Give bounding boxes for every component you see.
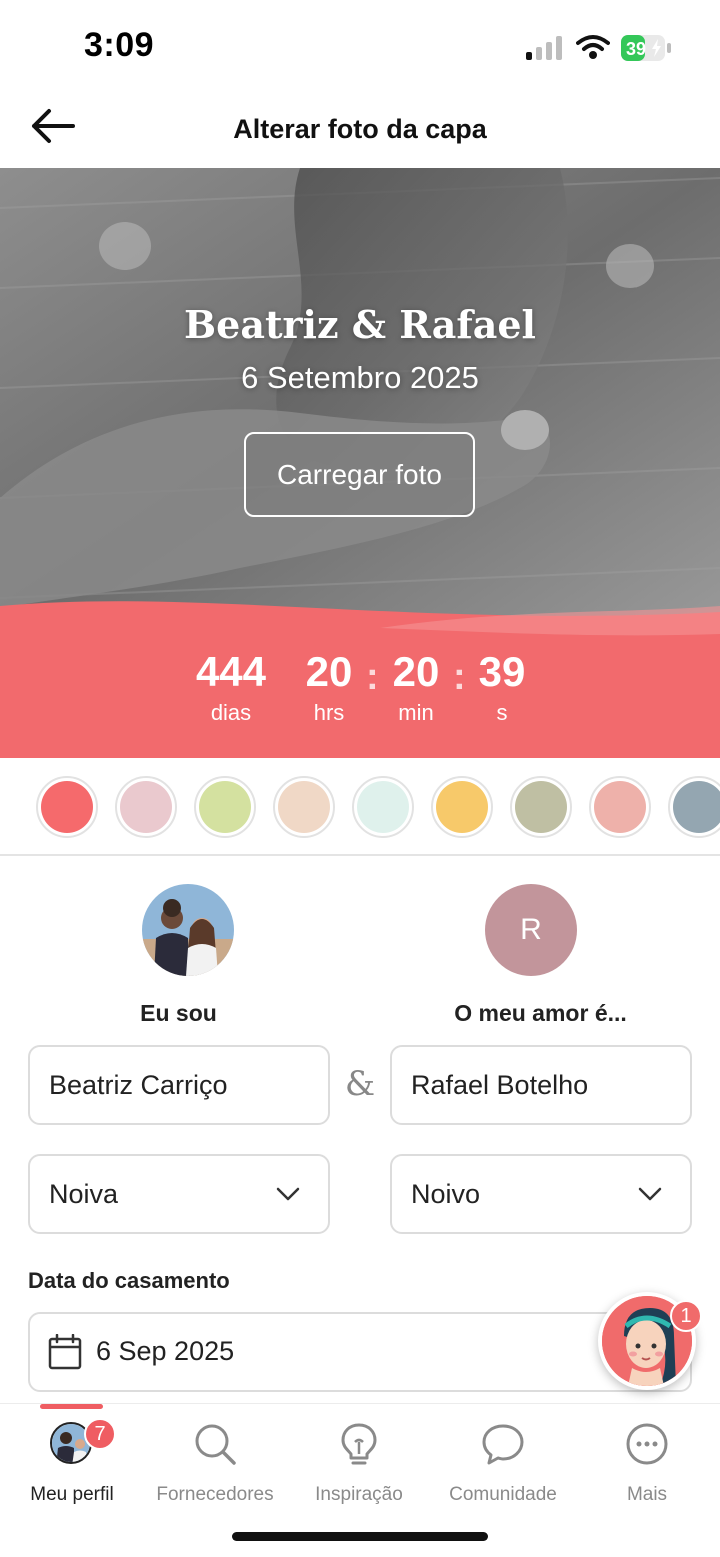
tab-profile[interactable]: 7 Meu perfil [0,1418,144,1518]
swatch-fill [673,781,720,833]
countdown-separator: : [366,656,379,698]
countdown-seconds-value: 39 [478,648,526,695]
swatch-fill [41,781,93,833]
my-role-value: Noiva [49,1178,119,1209]
more-icon [626,1423,668,1465]
color-swatch[interactable] [510,776,572,838]
color-swatch[interactable] [36,776,98,838]
avatar-photo [142,884,234,976]
battery-icon: 39 [621,35,671,61]
home-indicator [232,1532,488,1541]
chevron-down-icon [638,1187,662,1201]
countdown-days-label: dias [210,700,252,725]
cover-photo [0,168,720,638]
countdown-minutes: 20 min [386,646,446,728]
countdown-seconds: 39 s [472,646,532,728]
tab-vendors[interactable]: Fornecedores [143,1418,287,1518]
color-swatch[interactable] [194,776,256,838]
color-swatch-row [0,758,720,856]
page-title: Alterar foto da capa [233,114,487,144]
tab-community[interactable]: Comunidade [431,1418,575,1518]
color-swatch[interactable] [668,776,720,838]
swatch-fill [278,781,330,833]
partner-role-select[interactable]: Noivo [390,1154,692,1234]
swatch-fill [120,781,172,833]
tab-label: Fornecedores [156,1484,274,1505]
color-swatch[interactable] [589,776,651,838]
countdown-hours: 20 hrs [298,646,360,728]
my-avatar[interactable] [142,884,234,976]
countdown-days-value: 444 [195,648,267,695]
color-swatch[interactable] [431,776,493,838]
countdown-seconds-label: s [496,700,508,725]
partner-name-value: Rafael Botelho [411,1069,589,1100]
swatch-fill [436,781,488,833]
countdown-minutes-label: min [398,700,434,725]
assistant-badge: 1 [670,1300,702,1332]
ampersand: & [344,1064,376,1104]
chat-bubble-icon [482,1424,524,1465]
tab-more[interactable]: Mais [575,1418,719,1518]
upload-photo-button[interactable]: Carregar foto [244,432,475,517]
countdown: 444 dias 20 hrs : 20 min : 39 s [0,646,720,756]
my-role-label: Eu sou [140,1000,217,1026]
countdown-separator: : [453,656,466,698]
tab-label: Comunidade [449,1484,557,1505]
lightbulb-icon [341,1423,377,1465]
tab-inspiration[interactable]: Inspiração [287,1418,431,1518]
tab-label: Mais [626,1484,668,1505]
status-time: 3:09 [84,26,155,64]
status-bar: 3:09 39 [0,0,720,96]
active-tab-indicator [40,1404,103,1409]
tab-label: Inspiração [315,1484,403,1505]
color-swatch[interactable] [352,776,414,838]
cover-section: Beatriz & Rafael 6 Setembro 2025 Carrega… [0,168,720,758]
wifi-icon [576,35,610,59]
countdown-hours-value: 20 [305,648,353,695]
chevron-down-icon [276,1187,300,1201]
couple-names: Beatriz & Rafael [184,302,536,347]
wedding-date-label: Data do casamento [28,1268,230,1293]
countdown-minutes-value: 20 [392,648,440,695]
swatch-fill [594,781,646,833]
tab-label: Meu perfil [30,1484,114,1505]
cellular-signal-icon [526,36,562,60]
partner-avatar[interactable]: R [485,884,577,976]
cover-wedding-date: 6 Setembro 2025 [241,360,479,395]
wedding-date-value: 6 Sep 2025 [96,1336,235,1366]
my-name-value: Beatriz Carriço [49,1069,228,1100]
partner-name-field[interactable]: Rafael Botelho [390,1045,692,1125]
wedding-date-field[interactable]: 6 Sep 2025 [28,1312,692,1392]
profile-badge: 7 [84,1418,116,1450]
battery-level: 39 [626,39,646,59]
header: Alterar foto da capa [0,96,720,168]
my-role-select[interactable]: Noiva [28,1154,330,1234]
partner-role-label: O meu amor é... [454,1000,627,1026]
calendar-icon [48,1334,82,1370]
search-icon [195,1424,236,1465]
my-name-field[interactable]: Beatriz Carriço [28,1045,330,1125]
swatch-fill [515,781,567,833]
countdown-days: 444 dias [190,646,272,728]
color-swatch[interactable] [273,776,335,838]
partner-role-value: Noivo [411,1178,481,1209]
swatch-fill [199,781,251,833]
swatch-fill [357,781,409,833]
color-swatch[interactable] [115,776,177,838]
countdown-hours-label: hrs [313,700,345,725]
